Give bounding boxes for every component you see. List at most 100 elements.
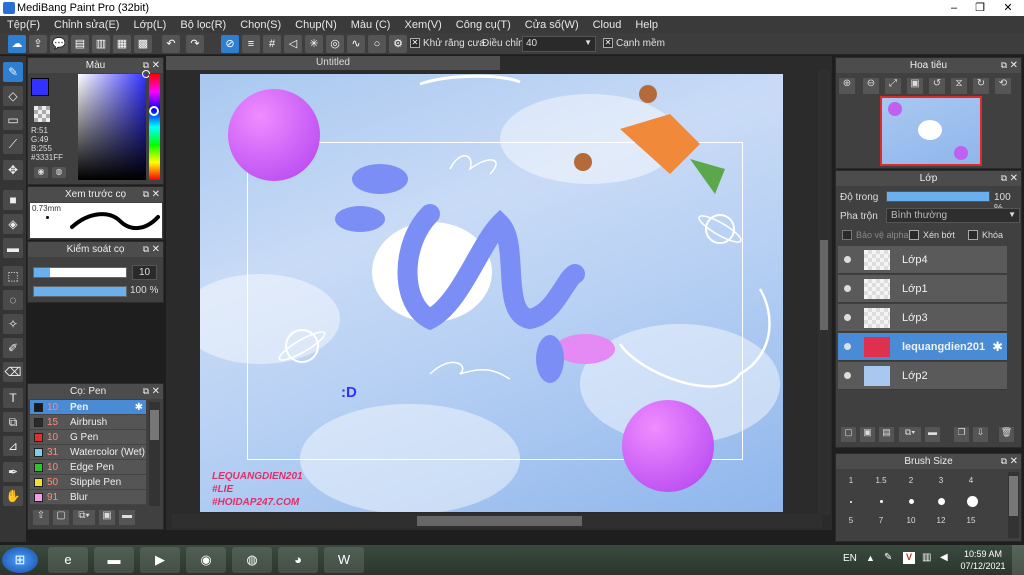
new-brush-icon[interactable]: ▢ <box>53 510 69 525</box>
language-indicator[interactable]: EN <box>843 553 857 564</box>
adjust-select[interactable]: 40 ▼ <box>522 36 596 52</box>
brush-opacity-slider[interactable] <box>33 286 127 297</box>
menu-filter[interactable]: Bộ lọc(R) <box>173 19 233 31</box>
medibang-icon[interactable]: ◕ <box>278 547 318 573</box>
rotate-right-icon[interactable]: ↻ <box>973 78 989 94</box>
select-eraser-icon[interactable]: ⌫ <box>3 362 23 382</box>
rotate-left-icon[interactable]: ↺ <box>929 78 945 94</box>
close-icon[interactable]: ✕ <box>1010 58 1018 73</box>
antialias-checkbox[interactable]: ✕ <box>410 38 420 48</box>
palette-icon[interactable]: ◉ <box>34 167 48 178</box>
bucket-tool-icon[interactable]: ◈ <box>3 214 23 234</box>
perspective-snap-icon[interactable]: ◁ <box>284 35 302 53</box>
brush-size-dot[interactable] <box>909 499 914 504</box>
lasso-tool-icon[interactable]: ◌ <box>3 290 23 310</box>
menu-layer[interactable]: Lớp(L) <box>126 19 173 31</box>
canvas-vertical-scrollbar[interactable] <box>818 70 830 515</box>
flip-icon[interactable]: ⧖ <box>951 78 967 94</box>
soft-edge-checkbox[interactable]: ✕ <box>603 38 613 48</box>
document-icon[interactable]: ▥ <box>92 35 110 53</box>
brush-menu-icon[interactable]: ⧉▾ <box>73 510 95 525</box>
word-icon[interactable]: W <box>324 547 364 573</box>
menu-file[interactable]: Tệp(F) <box>0 19 47 31</box>
brush-size-option[interactable]: 7 <box>866 516 896 525</box>
brush-size-dot[interactable] <box>850 501 852 503</box>
circle-snap-icon[interactable]: ○ <box>368 35 386 53</box>
saturation-value-picker[interactable] <box>78 70 150 180</box>
concentric-snap-icon[interactable]: ◎ <box>326 35 344 53</box>
rectangle-tool-icon[interactable]: ▭ <box>3 110 23 130</box>
curve-snap-icon[interactable]: ∿ <box>347 35 365 53</box>
brush-settings-icon[interactable]: ▣ <box>99 510 115 525</box>
duplicate-layer-icon[interactable]: ❐ <box>954 427 969 442</box>
brush-size-dot[interactable] <box>938 498 945 505</box>
folder-icon[interactable]: ▬ <box>119 510 135 525</box>
layer-row[interactable]: Lớp2 <box>838 362 1007 390</box>
reset-rotation-icon[interactable]: ⟲ <box>995 78 1011 94</box>
dot-tool-icon[interactable]: ⟋ <box>3 134 23 154</box>
undo-icon[interactable]: ↶ <box>162 35 180 53</box>
move-tool-icon[interactable]: ✥ <box>3 160 23 180</box>
brush-size-dot[interactable] <box>880 500 883 503</box>
parallel-snap-icon[interactable]: ≡ <box>242 35 260 53</box>
zoom-in-icon[interactable]: ⊕ <box>839 78 855 94</box>
fit-icon[interactable]: ⤢ <box>885 78 901 94</box>
close-icon[interactable]: ✕ <box>1010 454 1018 469</box>
layer-row[interactable]: Lớp4 <box>838 246 1007 274</box>
layer-row[interactable]: Lớp1 <box>838 275 1007 303</box>
share-icon[interactable]: ⇪ <box>29 35 47 53</box>
eye-icon[interactable] <box>844 256 851 263</box>
close-icon[interactable]: ✕ <box>152 58 160 73</box>
eraser-tool-icon[interactable]: ◇ <box>3 86 23 106</box>
hue-slider[interactable] <box>149 74 160 180</box>
drawing-canvas[interactable]: :D LEQUANGDIEN201 #LIE #HOIDAP247.COM <box>200 74 783 512</box>
brush-size-slider[interactable] <box>33 267 127 278</box>
expand-icon[interactable]: ⧉ <box>1001 454 1007 469</box>
menu-color[interactable]: Màu (C) <box>344 19 398 31</box>
redo-icon[interactable]: ↷ <box>186 35 204 53</box>
brush-tool-icon[interactable]: ✎ <box>3 62 23 82</box>
divide-tool-icon[interactable]: ⧉ <box>3 412 23 432</box>
new-layer-icon[interactable]: ▢ <box>841 427 856 442</box>
grid-icon[interactable]: ▩ <box>134 35 152 53</box>
gear-icon[interactable]: ✱ <box>992 339 1003 355</box>
gear-icon[interactable]: ✱ <box>135 400 143 415</box>
eye-icon[interactable] <box>844 372 851 379</box>
eye-icon[interactable] <box>844 285 851 292</box>
expand-icon[interactable]: ⧉ <box>1001 58 1007 73</box>
canvas-horizontal-scrollbar[interactable] <box>172 514 822 528</box>
select-pen-icon[interactable]: ✐ <box>3 338 23 358</box>
layer-row[interactable]: Lớp3 <box>838 304 1007 332</box>
brush-size-option[interactable]: 2 <box>896 476 926 485</box>
transparent-color-swatch[interactable] <box>34 106 50 122</box>
tray-v-icon[interactable]: V <box>903 552 915 564</box>
expand-icon[interactable]: ⧉ <box>143 242 149 257</box>
brush-size-input[interactable]: 10 <box>132 265 157 280</box>
close-icon[interactable]: ✕ <box>1010 171 1018 186</box>
windows-start-icon[interactable]: ⊞ <box>2 547 38 573</box>
expand-icon[interactable]: ⧉ <box>143 384 149 399</box>
canvas-tab[interactable]: Untitled <box>166 56 500 70</box>
blend-mode-select[interactable]: Bình thường ▼ <box>886 208 1020 223</box>
brush-size-option[interactable]: 5 <box>836 516 866 525</box>
lock-checkbox[interactable] <box>968 230 978 240</box>
fill-rect-tool-icon[interactable]: ■ <box>3 190 23 210</box>
navigator-thumbnail[interactable] <box>880 96 982 166</box>
layer-row-selected[interactable]: lequangdien201 ✱ <box>838 333 1007 361</box>
gradient-tool-icon[interactable]: ▬ <box>3 238 23 258</box>
cloud-icon[interactable]: ☁ <box>8 35 26 53</box>
menu-select[interactable]: Chọn(S) <box>233 19 288 31</box>
close-icon[interactable]: ✕ <box>152 187 160 202</box>
actual-size-icon[interactable]: ▣ <box>907 78 923 94</box>
new-layer-1bit-icon[interactable]: ▤ <box>879 427 894 442</box>
grid-snap-icon[interactable]: # <box>263 35 281 53</box>
network-icon[interactable]: ▥ <box>922 552 931 563</box>
file-explorer-icon[interactable]: ▬ <box>94 547 134 573</box>
brush-item[interactable]: 31 Watercolor (Wet) <box>30 445 146 460</box>
media-player-icon[interactable]: ▶ <box>140 547 180 573</box>
trash-icon[interactable]: 🗑 <box>999 427 1014 442</box>
magic-wand-icon[interactable]: ✧ <box>3 314 23 334</box>
page-icon[interactable]: ▤ <box>71 35 89 53</box>
zoom-out-icon[interactable]: ⊖ <box>863 78 879 94</box>
volume-icon[interactable]: ◀ <box>940 552 948 563</box>
